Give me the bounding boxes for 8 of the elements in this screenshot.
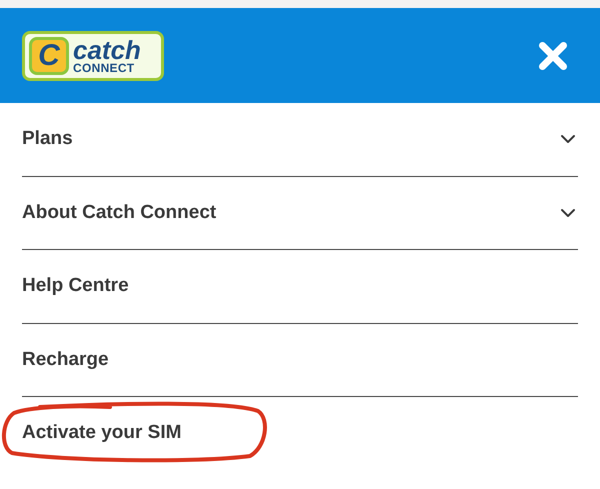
menu-item[interactable]: About Catch Connect: [22, 176, 578, 249]
logo-subtitle: CONNECT: [73, 62, 136, 74]
logo-name: catch: [73, 38, 141, 62]
menu-item[interactable]: Recharge: [22, 324, 578, 396]
menu-item[interactable]: Help Centre: [22, 250, 578, 322]
logo-mark: C: [29, 36, 69, 74]
menu-item[interactable]: Plans: [22, 103, 578, 176]
menu-item[interactable]: Activate your SIM: [22, 397, 578, 470]
